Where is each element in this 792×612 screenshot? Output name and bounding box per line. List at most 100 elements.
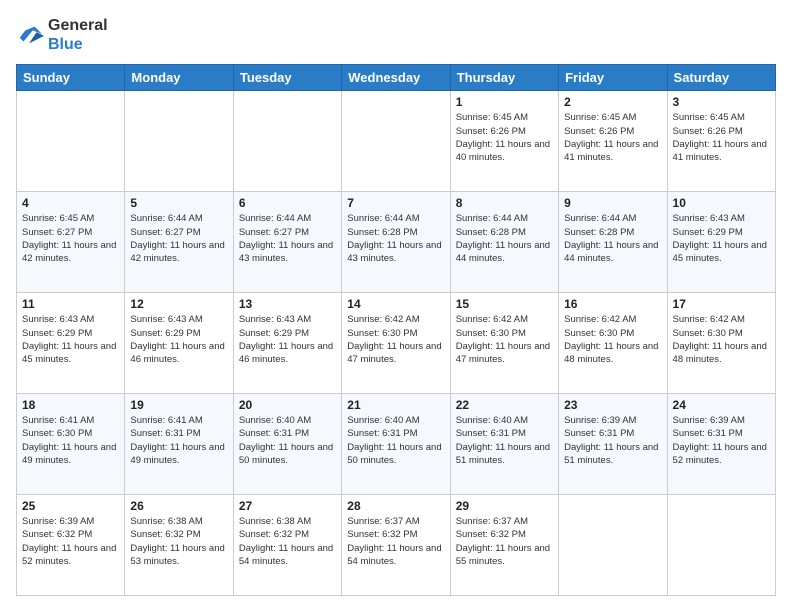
day-info: Sunrise: 6:45 AM Sunset: 6:27 PM Dayligh… [22, 212, 119, 265]
day-info: Sunrise: 6:41 AM Sunset: 6:30 PM Dayligh… [22, 414, 119, 467]
logo-text: General Blue [48, 16, 108, 54]
day-cell: 20 Sunrise: 6:40 AM Sunset: 6:31 PM Dayli… [233, 394, 341, 495]
day-info: Sunrise: 6:37 AM Sunset: 6:32 PM Dayligh… [347, 515, 444, 568]
day-number: 25 [22, 499, 119, 513]
day-info: Sunrise: 6:40 AM Sunset: 6:31 PM Dayligh… [347, 414, 444, 467]
day-number: 9 [564, 196, 661, 210]
day-cell: 4 Sunrise: 6:45 AM Sunset: 6:27 PM Daylig… [17, 192, 125, 293]
day-info: Sunrise: 6:42 AM Sunset: 6:30 PM Dayligh… [673, 313, 770, 366]
day-number: 7 [347, 196, 444, 210]
page: General Blue SundayMondayTuesdayWednesda… [0, 0, 792, 612]
week-row-4: 25 Sunrise: 6:39 AM Sunset: 6:32 PM Dayli… [17, 495, 776, 596]
day-cell: 26 Sunrise: 6:38 AM Sunset: 6:32 PM Dayli… [125, 495, 233, 596]
logo: General Blue [16, 16, 108, 54]
day-info: Sunrise: 6:42 AM Sunset: 6:30 PM Dayligh… [456, 313, 553, 366]
day-cell: 28Sunrise: 6:37 AM Sunset: 6:32 PM Dayli… [342, 495, 450, 596]
day-info: Sunrise: 6:44 AM Sunset: 6:28 PM Dayligh… [564, 212, 661, 265]
day-info: Sunrise: 6:43 AM Sunset: 6:29 PM Dayligh… [239, 313, 336, 366]
col-header-friday: Friday [559, 65, 667, 91]
day-cell: 18 Sunrise: 6:41 AM Sunset: 6:30 PM Dayli… [17, 394, 125, 495]
day-number: 3 [673, 95, 770, 109]
day-number: 10 [673, 196, 770, 210]
day-number: 4 [22, 196, 119, 210]
day-number: 8 [456, 196, 553, 210]
col-header-thursday: Thursday [450, 65, 558, 91]
day-number: 23 [564, 398, 661, 412]
day-info: Sunrise: 6:44 AM Sunset: 6:28 PM Dayligh… [347, 212, 444, 265]
day-cell: 12Sunrise: 6:43 AM Sunset: 6:29 PM Dayli… [125, 293, 233, 394]
day-info: Sunrise: 6:45 AM Sunset: 6:26 PM Dayligh… [564, 111, 661, 164]
week-row-2: 11 Sunrise: 6:43 AM Sunset: 6:29 PM Dayli… [17, 293, 776, 394]
day-info: Sunrise: 6:45 AM Sunset: 6:26 PM Dayligh… [456, 111, 553, 164]
day-number: 14 [347, 297, 444, 311]
day-cell: 19Sunrise: 6:41 AM Sunset: 6:31 PM Dayli… [125, 394, 233, 495]
day-cell: 14 Sunrise: 6:42 AM Sunset: 6:30 PM Dayli… [342, 293, 450, 394]
day-info: Sunrise: 6:43 AM Sunset: 6:29 PM Dayligh… [22, 313, 119, 366]
day-number: 15 [456, 297, 553, 311]
day-info: Sunrise: 6:37 AM Sunset: 6:32 PM Dayligh… [456, 515, 553, 568]
day-number: 5 [130, 196, 227, 210]
day-cell: 17 Sunrise: 6:42 AM Sunset: 6:30 PM Dayli… [667, 293, 775, 394]
day-number: 6 [239, 196, 336, 210]
day-number: 21 [347, 398, 444, 412]
day-number: 27 [239, 499, 336, 513]
day-number: 13 [239, 297, 336, 311]
day-number: 20 [239, 398, 336, 412]
day-number: 29 [456, 499, 553, 513]
day-info: Sunrise: 6:38 AM Sunset: 6:32 PM Dayligh… [239, 515, 336, 568]
day-number: 18 [22, 398, 119, 412]
day-info: Sunrise: 6:44 AM Sunset: 6:27 PM Dayligh… [239, 212, 336, 265]
day-info: Sunrise: 6:42 AM Sunset: 6:30 PM Dayligh… [347, 313, 444, 366]
day-cell: 24Sunrise: 6:39 AM Sunset: 6:31 PM Dayli… [667, 394, 775, 495]
day-cell: 11 Sunrise: 6:43 AM Sunset: 6:29 PM Dayli… [17, 293, 125, 394]
day-cell: 21 Sunrise: 6:40 AM Sunset: 6:31 PM Dayli… [342, 394, 450, 495]
day-cell: 13 Sunrise: 6:43 AM Sunset: 6:29 PM Dayli… [233, 293, 341, 394]
day-number: 16 [564, 297, 661, 311]
day-cell: 27 Sunrise: 6:38 AM Sunset: 6:32 PM Dayli… [233, 495, 341, 596]
day-cell [17, 91, 125, 192]
col-header-saturday: Saturday [667, 65, 775, 91]
logo-icon [16, 21, 44, 49]
day-cell [342, 91, 450, 192]
day-cell [559, 495, 667, 596]
day-number: 22 [456, 398, 553, 412]
day-cell: 8 Sunrise: 6:44 AM Sunset: 6:28 PM Daylig… [450, 192, 558, 293]
day-info: Sunrise: 6:43 AM Sunset: 6:29 PM Dayligh… [673, 212, 770, 265]
day-cell: 16Sunrise: 6:42 AM Sunset: 6:30 PM Dayli… [559, 293, 667, 394]
day-number: 1 [456, 95, 553, 109]
day-cell: 7 Sunrise: 6:44 AM Sunset: 6:28 PM Daylig… [342, 192, 450, 293]
day-info: Sunrise: 6:39 AM Sunset: 6:32 PM Dayligh… [22, 515, 119, 568]
day-number: 26 [130, 499, 227, 513]
day-cell: 22Sunrise: 6:40 AM Sunset: 6:31 PM Dayli… [450, 394, 558, 495]
day-info: Sunrise: 6:41 AM Sunset: 6:31 PM Dayligh… [130, 414, 227, 467]
day-info: Sunrise: 6:44 AM Sunset: 6:28 PM Dayligh… [456, 212, 553, 265]
day-cell: 15 Sunrise: 6:42 AM Sunset: 6:30 PM Dayli… [450, 293, 558, 394]
day-number: 17 [673, 297, 770, 311]
day-cell: 5 Sunrise: 6:44 AM Sunset: 6:27 PM Daylig… [125, 192, 233, 293]
day-number: 11 [22, 297, 119, 311]
week-row-3: 18 Sunrise: 6:41 AM Sunset: 6:30 PM Dayli… [17, 394, 776, 495]
day-number: 24 [673, 398, 770, 412]
day-cell: 23 Sunrise: 6:39 AM Sunset: 6:31 PM Dayli… [559, 394, 667, 495]
day-number: 2 [564, 95, 661, 109]
header: General Blue [16, 16, 776, 54]
calendar-header-row: SundayMondayTuesdayWednesdayThursdayFrid… [17, 65, 776, 91]
day-info: Sunrise: 6:39 AM Sunset: 6:31 PM Dayligh… [564, 414, 661, 467]
week-row-1: 4 Sunrise: 6:45 AM Sunset: 6:27 PM Daylig… [17, 192, 776, 293]
day-cell [233, 91, 341, 192]
day-cell: 6 Sunrise: 6:44 AM Sunset: 6:27 PM Daylig… [233, 192, 341, 293]
day-info: Sunrise: 6:44 AM Sunset: 6:27 PM Dayligh… [130, 212, 227, 265]
day-info: Sunrise: 6:40 AM Sunset: 6:31 PM Dayligh… [239, 414, 336, 467]
day-number: 12 [130, 297, 227, 311]
day-info: Sunrise: 6:45 AM Sunset: 6:26 PM Dayligh… [673, 111, 770, 164]
col-header-wednesday: Wednesday [342, 65, 450, 91]
day-cell: 2 Sunrise: 6:45 AM Sunset: 6:26 PM Daylig… [559, 91, 667, 192]
day-cell: 1 Sunrise: 6:45 AM Sunset: 6:26 PM Daylig… [450, 91, 558, 192]
day-cell [667, 495, 775, 596]
col-header-monday: Monday [125, 65, 233, 91]
day-cell: 29 Sunrise: 6:37 AM Sunset: 6:32 PM Dayli… [450, 495, 558, 596]
day-cell: 10 Sunrise: 6:43 AM Sunset: 6:29 PM Dayli… [667, 192, 775, 293]
col-header-sunday: Sunday [17, 65, 125, 91]
day-info: Sunrise: 6:38 AM Sunset: 6:32 PM Dayligh… [130, 515, 227, 568]
calendar-table: SundayMondayTuesdayWednesdayThursdayFrid… [16, 64, 776, 596]
